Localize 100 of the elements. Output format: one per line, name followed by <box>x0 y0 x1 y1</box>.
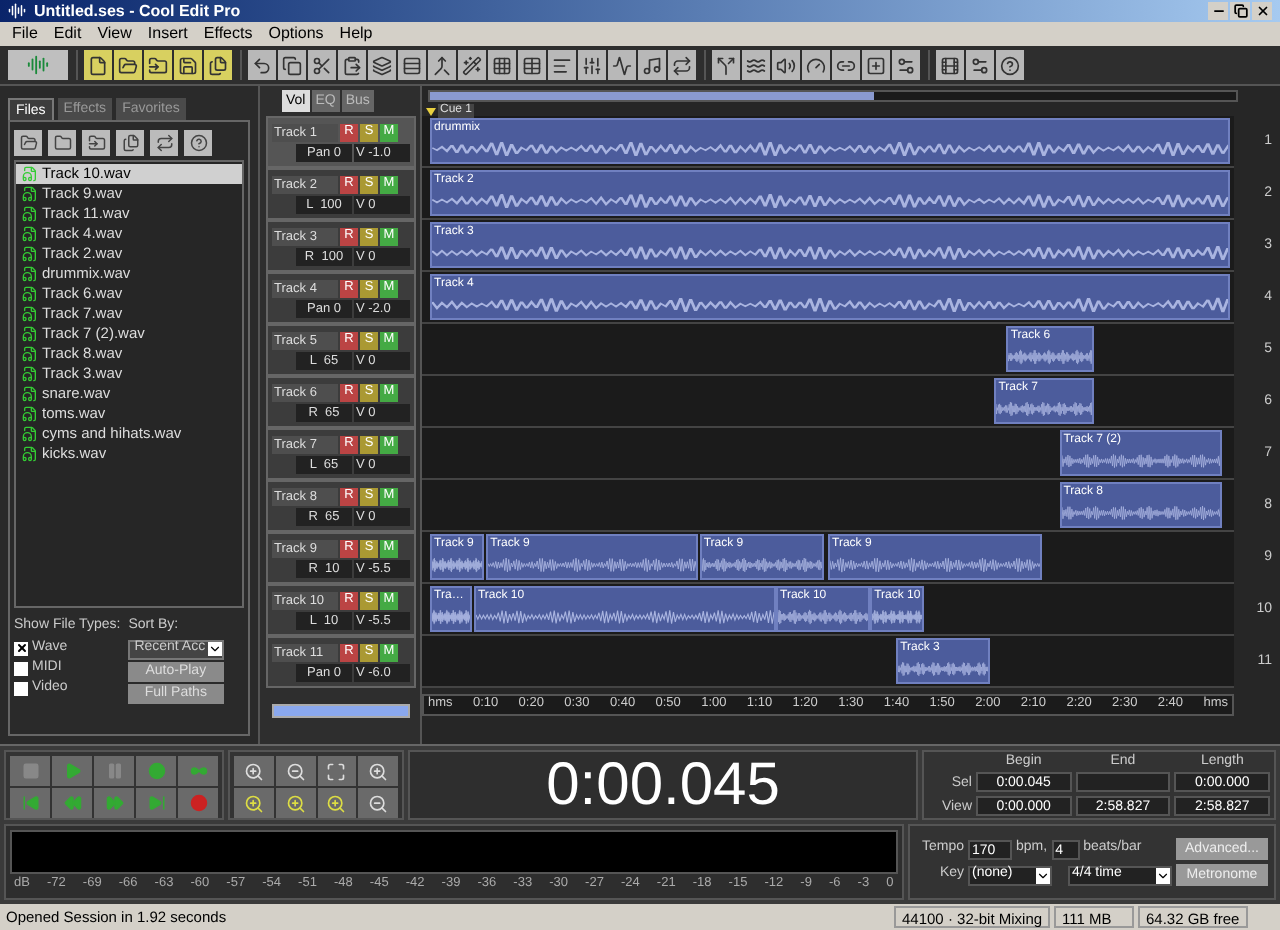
menu-item[interactable]: Options <box>260 26 332 42</box>
menu-item[interactable]: Edit <box>45 26 90 42</box>
lines-icon <box>552 55 572 75</box>
rewind-icon <box>63 794 81 812</box>
audio-file-icon <box>22 366 38 382</box>
waves-button[interactable] <box>742 50 770 80</box>
zoom-selection-icon <box>326 793 347 813</box>
audio-file-icon <box>22 166 38 182</box>
waves-icon <box>746 55 766 75</box>
zoom-right-button[interactable] <box>275 788 315 818</box>
files-icon <box>208 55 228 75</box>
new-file-icon <box>88 55 108 75</box>
zoom-out-button[interactable] <box>275 756 315 786</box>
lines-button[interactable] <box>548 50 576 80</box>
zoom-out-vertical-icon <box>368 793 389 813</box>
grid-button[interactable] <box>488 50 516 80</box>
menu-item[interactable]: File <box>4 26 46 42</box>
help-button[interactable] <box>996 50 1024 80</box>
zoom-in-button[interactable] <box>234 756 274 786</box>
gauge-icon <box>806 55 826 75</box>
music-note-button[interactable] <box>638 50 666 80</box>
zoom-right-icon <box>285 793 306 813</box>
settings-button[interactable] <box>892 50 920 80</box>
zoom-left-button[interactable] <box>234 788 274 818</box>
window-title: Untitled.ses - Cool Edit Pro <box>34 3 241 19</box>
audio-file-icon <box>22 326 38 342</box>
folder-arrow-icon <box>148 55 168 75</box>
menu-item[interactable]: Insert <box>139 26 196 42</box>
fast-forward-icon <box>105 794 123 812</box>
zoom-selection-button[interactable] <box>317 788 357 818</box>
check-cross-icon <box>15 642 27 654</box>
music-note-icon <box>642 55 662 75</box>
merge-button[interactable] <box>428 50 456 80</box>
waveform-drawing <box>898 656 989 682</box>
save-button[interactable] <box>174 50 202 80</box>
waveform-drawing <box>432 552 482 578</box>
refresh-button[interactable] <box>150 130 178 156</box>
zoom-out-vertical-button[interactable] <box>358 788 398 818</box>
refresh-icon <box>155 134 173 152</box>
plus-square-icon <box>866 55 886 75</box>
import-icon <box>87 134 105 152</box>
split-icon <box>716 55 736 75</box>
scrollbar[interactable] <box>272 704 410 718</box>
zoom-in-icon <box>243 761 264 781</box>
files-button[interactable] <box>204 50 232 80</box>
folder-button[interactable] <box>48 130 76 156</box>
zoom-in-vertical-button[interactable] <box>358 756 398 786</box>
split-button[interactable] <box>712 50 740 80</box>
audio-file-icon <box>22 426 38 442</box>
folder-button[interactable] <box>114 50 142 80</box>
gauge-button[interactable] <box>802 50 830 80</box>
waveform-drawing <box>872 604 922 630</box>
waveform-toggle-button[interactable] <box>8 50 68 80</box>
settings-button[interactable] <box>966 50 994 80</box>
checkbox[interactable] <box>14 661 28 675</box>
checkbox[interactable] <box>14 641 28 655</box>
loop-arrows-button[interactable] <box>668 50 696 80</box>
scissors-icon <box>312 55 332 75</box>
new-file-button[interactable] <box>84 50 112 80</box>
film-icon <box>940 55 960 75</box>
zoom-full-button[interactable] <box>317 756 357 786</box>
layers-button[interactable] <box>368 50 396 80</box>
undo-button[interactable] <box>248 50 276 80</box>
menu-item[interactable]: Help <box>331 26 381 42</box>
checkbox[interactable] <box>14 681 28 695</box>
settings-icon <box>896 55 916 75</box>
close-button[interactable] <box>1252 2 1272 20</box>
table-button[interactable] <box>518 50 546 80</box>
help-button[interactable] <box>184 130 212 156</box>
paste-button[interactable] <box>338 50 366 80</box>
wand-button[interactable] <box>458 50 486 80</box>
menu-item[interactable]: View <box>89 26 140 42</box>
menu-item[interactable]: Effects <box>195 26 261 42</box>
record-icon <box>189 794 207 812</box>
paste-icon <box>342 55 362 75</box>
open-folder-button[interactable] <box>14 130 42 156</box>
restore-button[interactable] <box>1230 2 1250 20</box>
save-icon <box>178 55 198 75</box>
overview-bar[interactable] <box>428 90 1238 102</box>
undo-icon <box>252 55 272 75</box>
folder-arrow-button[interactable] <box>144 50 172 80</box>
import-button[interactable] <box>82 130 110 156</box>
minimize-icon <box>1211 4 1225 18</box>
link-button[interactable] <box>832 50 860 80</box>
sliders-button[interactable] <box>578 50 606 80</box>
scissors-button[interactable] <box>308 50 336 80</box>
pulse-button[interactable] <box>608 50 636 80</box>
copy-button[interactable] <box>278 50 306 80</box>
minimize-button[interactable] <box>1208 2 1228 20</box>
audio-file-icon <box>22 406 38 422</box>
film-button[interactable] <box>936 50 964 80</box>
wand-icon <box>462 55 482 75</box>
loop-arrows-icon <box>672 55 692 75</box>
rows-button[interactable] <box>398 50 426 80</box>
time-field[interactable] <box>1075 772 1171 792</box>
plus-square-button[interactable] <box>862 50 890 80</box>
copy-icon <box>282 55 302 75</box>
speaker-button[interactable] <box>772 50 800 80</box>
files-button[interactable] <box>116 130 144 156</box>
zoom-out-icon <box>285 761 306 781</box>
